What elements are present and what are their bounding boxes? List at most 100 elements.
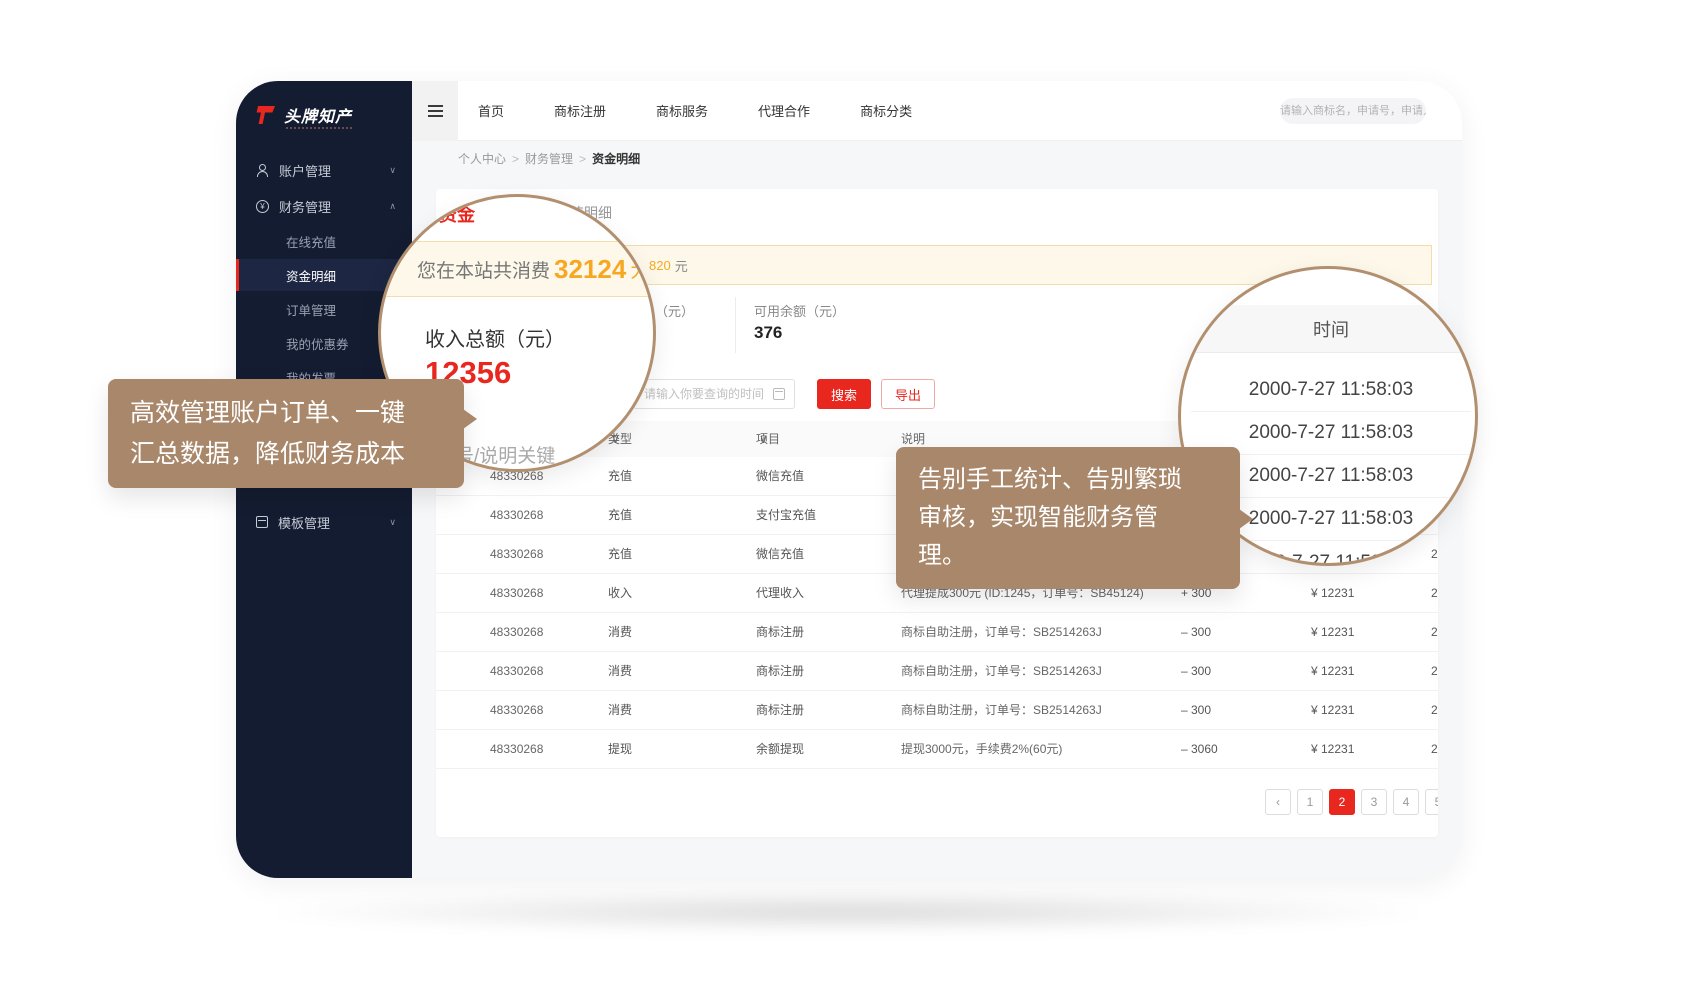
cell-project: 微信充值 bbox=[756, 457, 804, 496]
pagination-prev-icon[interactable]: ‹ bbox=[1265, 789, 1291, 815]
cell-type: 充值 bbox=[608, 496, 632, 535]
cell-type: 收入 bbox=[608, 574, 632, 613]
cell-order: 48330268 bbox=[490, 613, 543, 652]
logo-icon bbox=[254, 103, 278, 127]
banner-amount-fragment: 820 元 bbox=[649, 246, 688, 284]
search-input[interactable] bbox=[1280, 98, 1426, 124]
cell-type: 充值 bbox=[608, 457, 632, 496]
cell-type: 消费 bbox=[608, 691, 632, 730]
magnified-tab-fragment: 资金 bbox=[439, 201, 475, 227]
sidebar-item-label: 我的优惠券 bbox=[286, 334, 349, 353]
sidebar-item-label: 资金明细 bbox=[286, 266, 336, 285]
callout-arrow-icon bbox=[463, 409, 477, 429]
pagination: ‹ 1 2 3 4 5 bbox=[1265, 789, 1438, 815]
cell-type: 提现 bbox=[608, 730, 632, 769]
cell-order: 48330268 bbox=[490, 730, 543, 769]
sidebar-item-templates[interactable]: 模板管理 ∨ bbox=[236, 505, 412, 539]
cell-time: 2000-7-27 11:58:03 bbox=[1431, 574, 1438, 613]
cell-project: 微信充值 bbox=[756, 535, 804, 574]
stat-divider bbox=[735, 297, 736, 353]
laptop-base-shadow bbox=[90, 884, 1606, 940]
stat-balance-label: 可用余额（元） bbox=[754, 301, 845, 320]
nav-item-trademark-service[interactable]: 商标服务 bbox=[656, 101, 708, 120]
sidebar-item-label: 模板管理 bbox=[278, 513, 389, 532]
nav-item-home[interactable]: 首页 bbox=[478, 101, 504, 120]
cell-amount: – 3060 bbox=[1181, 730, 1218, 769]
cell-order: 48330268 bbox=[490, 496, 543, 535]
cell-amount: – 300 bbox=[1181, 691, 1211, 730]
cell-project: 商标注册 bbox=[756, 691, 804, 730]
cell-order: 48330268 bbox=[490, 691, 543, 730]
stat-expense-label: （元） bbox=[655, 301, 694, 320]
table-row: 48330268 消费 商标注册 商标自助注册，订单号：SB2514263J –… bbox=[436, 613, 1438, 652]
laptop-mockup: 头牌知产 账户管理 ∨ 财务管理 ∧ 在线充值 资金明细 订单管理 bbox=[0, 0, 1696, 1002]
top-navbar: 首页 商标注册 商标服务 代理合作 商标分类 bbox=[412, 81, 1462, 141]
coin-icon bbox=[256, 200, 269, 213]
sidebar-item-label: 财务管理 bbox=[279, 197, 389, 216]
chevron-down-icon: ∨ bbox=[389, 517, 396, 528]
cell-order: 48330268 bbox=[490, 652, 543, 691]
breadcrumb: 个人中心 > 财务管理 > 资金明细 bbox=[412, 142, 1462, 175]
breadcrumb-item[interactable]: 个人中心 bbox=[458, 150, 506, 167]
pagination-page-5[interactable]: 5 bbox=[1425, 789, 1438, 815]
table-row: 48330268 提现 余额提现 提现3000元，手续费2%(60元) – 30… bbox=[436, 730, 1438, 769]
nav-item-trademark-register[interactable]: 商标注册 bbox=[554, 101, 606, 120]
cell-balance: ¥ 12231 bbox=[1311, 652, 1354, 691]
date-range-input[interactable] bbox=[633, 379, 795, 409]
logo: 头牌知产 bbox=[254, 103, 352, 127]
nav-items: 首页 商标注册 商标服务 代理合作 商标分类 bbox=[478, 101, 912, 120]
cell-balance: ¥ 12231 bbox=[1311, 613, 1354, 652]
breadcrumb-separator: > bbox=[512, 152, 519, 166]
pagination-page-3[interactable]: 3 bbox=[1361, 789, 1387, 815]
callout-text-line: 审核，实现智能财务管 bbox=[918, 499, 1218, 537]
hamburger-menu-icon[interactable] bbox=[412, 81, 458, 141]
pagination-page-2-active[interactable]: 2 bbox=[1329, 789, 1355, 815]
sort-caret-icon[interactable]: ∨ bbox=[759, 421, 768, 457]
logo-tagline bbox=[286, 127, 352, 129]
stat-balance-value: 376 bbox=[754, 323, 782, 343]
nav-item-trademark-category[interactable]: 商标分类 bbox=[860, 101, 912, 120]
cell-type: 消费 bbox=[608, 613, 632, 652]
cell-amount: – 300 bbox=[1181, 652, 1211, 691]
callout-left: 高效管理账户订单、一键 汇总数据，降低财务成本 bbox=[108, 379, 464, 488]
pagination-page-4[interactable]: 4 bbox=[1393, 789, 1419, 815]
table-row: 48330268 消费 商标注册 商标自助注册，订单号：SB2514263J –… bbox=[436, 652, 1438, 691]
callout-text-line: 高效管理账户订单、一键 bbox=[130, 393, 442, 434]
person-icon bbox=[256, 164, 269, 177]
template-icon bbox=[256, 516, 268, 528]
pagination-page-1[interactable]: 1 bbox=[1297, 789, 1323, 815]
callout-text-line: 理。 bbox=[918, 537, 1218, 575]
search-button[interactable]: 搜索 bbox=[817, 379, 871, 409]
breadcrumb-item[interactable]: 财务管理 bbox=[525, 150, 573, 167]
banner-unit: 元 bbox=[675, 256, 688, 275]
sidebar-item-account[interactable]: 账户管理 ∨ bbox=[236, 153, 412, 187]
cell-order: 48330268 bbox=[490, 574, 543, 613]
callout-text-line: 汇总数据，降低财务成本 bbox=[130, 434, 442, 475]
cell-desc: 商标自助注册，订单号：SB2514263J bbox=[901, 691, 1102, 730]
cell-order: 48330268 bbox=[490, 535, 543, 574]
export-button[interactable]: 导出 bbox=[881, 379, 935, 409]
magnified-banner-suffix: 大 bbox=[630, 256, 649, 283]
magnified-banner-prefix: 您在本站共消费 bbox=[417, 256, 550, 283]
magnified-time-row: 2000-7-27 11:58:03 bbox=[1191, 369, 1471, 412]
magnified-income-label: 收入总额（元） bbox=[425, 323, 565, 352]
magnified-banner: 您在本站共消费 32124 大 bbox=[378, 241, 656, 297]
nav-item-agency[interactable]: 代理合作 bbox=[758, 101, 810, 120]
sidebar-item-finance[interactable]: 财务管理 ∧ bbox=[236, 189, 412, 223]
cell-desc: 商标自助注册，订单号：SB2514263J bbox=[901, 652, 1102, 691]
cell-type: 充值 bbox=[608, 535, 632, 574]
callout-text-line: 告别手工统计、告别繁琐 bbox=[918, 461, 1218, 499]
cell-project: 代理收入 bbox=[756, 574, 804, 613]
cell-amount: – 300 bbox=[1181, 613, 1211, 652]
cell-time: 2000-7-27 11:58:03 bbox=[1431, 613, 1438, 652]
cell-desc: 商标自助注册，订单号：SB2514263J bbox=[901, 613, 1102, 652]
cell-project: 商标注册 bbox=[756, 652, 804, 691]
breadcrumb-item-current: 资金明细 bbox=[592, 150, 640, 167]
chevron-down-icon: ∨ bbox=[389, 165, 396, 176]
cell-balance: ¥ 12231 bbox=[1311, 691, 1354, 730]
cell-project: 余额提现 bbox=[756, 730, 804, 769]
logo-text: 头牌知产 bbox=[284, 103, 352, 127]
callout-right: 告别手工统计、告别繁琐 审核，实现智能财务管 理。 bbox=[896, 447, 1240, 589]
cell-desc: 提现3000元，手续费2%(60元) bbox=[901, 730, 1062, 769]
callout-arrow-icon bbox=[1239, 509, 1253, 529]
